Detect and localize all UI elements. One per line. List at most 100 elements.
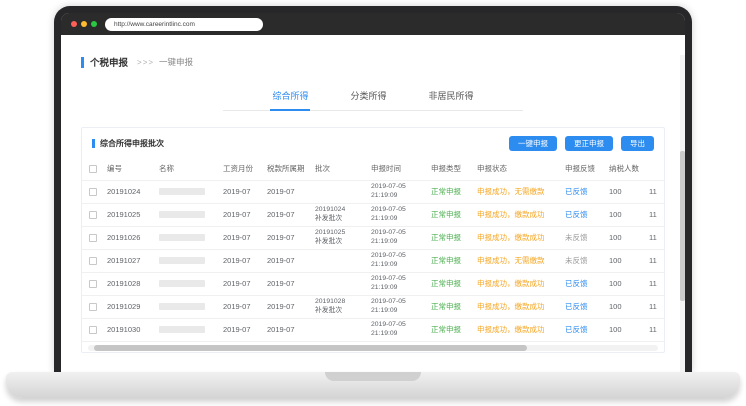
row-checkbox-cell [82, 249, 104, 272]
cell-batch-id: 20191024 [104, 180, 156, 203]
column-header: 税款所属期 [264, 158, 312, 180]
row-checkbox[interactable] [89, 257, 97, 265]
column-header: 编号 [104, 158, 156, 180]
breadcrumb-current: 一键申报 [159, 56, 193, 68]
column-header: 申报反馈 [562, 158, 606, 180]
cell-taxpayer-count: 100 [606, 226, 646, 249]
select-all-checkbox[interactable] [89, 165, 97, 173]
cell-feedback: 未反馈 [562, 249, 606, 272]
cell-extra-clipped: 11 [646, 318, 664, 341]
cell-declare-time: 2019-07-0521:19:09 [368, 272, 428, 295]
cell-batch-id: 20191026 [104, 226, 156, 249]
cell-batch-id: 20191028 [104, 272, 156, 295]
cell-name [156, 226, 220, 249]
row-checkbox-cell [82, 203, 104, 226]
cell-declare-status: 申报成功，缴款成功 [474, 203, 562, 226]
cell-salary-month: 2019-07 [220, 318, 264, 341]
table-row: 20191028 2019-072019-07 2019-07-0521:19:09… [82, 272, 664, 295]
cell-declare-time: 2019-07-0521:19:09 [368, 203, 428, 226]
cell-tax-period: 2019-07 [264, 203, 312, 226]
tab-1[interactable]: 综合所得 [270, 89, 310, 111]
tab-2[interactable]: 分类所得 [348, 89, 388, 110]
row-checkbox[interactable] [89, 234, 97, 242]
correction-declare-button[interactable]: 更正申报 [565, 136, 613, 151]
row-checkbox[interactable] [89, 303, 97, 311]
name-placeholder [159, 303, 205, 310]
cell-declare-time: 2019-07-0521:19:09 [368, 318, 428, 341]
table-row: 201910302019-072019-072019-07-0521:19:09… [82, 318, 664, 341]
window-close-button[interactable] [71, 21, 77, 27]
accent-bar-icon [92, 139, 95, 148]
cell-declare-status: 申报成功，无需缴款 [474, 180, 562, 203]
breadcrumb-separator: >>> [137, 58, 154, 67]
cell-taxpayer-count: 100 [606, 180, 646, 203]
column-header: 批次 [312, 158, 368, 180]
cell-salary-month: 2019-07 [220, 272, 264, 295]
cell-declare-type: 正常申报 [428, 295, 474, 318]
row-checkbox-cell [82, 226, 104, 249]
cell-batch: 20191025补发批次 [312, 226, 368, 249]
cell-taxpayer-count: 100 [606, 272, 646, 295]
cell-name [156, 272, 220, 295]
name-placeholder [159, 188, 205, 195]
cell-extra-clipped: 11 [646, 226, 664, 249]
cell-name [156, 318, 220, 341]
screen-content: http://www.careerintlinc.com 个税申报 >>> 一键… [61, 13, 685, 372]
cell-declare-type: 正常申报 [428, 203, 474, 226]
cell-feedback: 已反馈 [562, 295, 606, 318]
cell-name [156, 203, 220, 226]
url-bar[interactable]: http://www.careerintlinc.com [105, 18, 263, 31]
cell-declare-status: 申报成功，缴款成功 [474, 272, 562, 295]
cell-declare-type: 正常申报 [428, 272, 474, 295]
cell-taxpayer-count: 100 [606, 249, 646, 272]
window-maximize-button[interactable] [91, 21, 97, 27]
cell-batch [312, 318, 368, 341]
export-button[interactable]: 导出 [621, 136, 654, 151]
one-click-declare-button[interactable]: 一键申报 [509, 136, 557, 151]
cell-declare-status: 申报成功，缴款成功 [474, 318, 562, 341]
cell-tax-period: 2019-07 [264, 180, 312, 203]
cell-declare-time: 2019-07-0521:19:09 [368, 226, 428, 249]
accent-bar-icon [81, 57, 84, 68]
cell-name [156, 180, 220, 203]
cell-tax-period: 2019-07 [264, 295, 312, 318]
page-scrollbar-thumb[interactable] [680, 151, 685, 301]
cell-tax-period: 2019-07 [264, 318, 312, 341]
row-checkbox-cell [82, 272, 104, 295]
cell-declare-status: 申报成功，缴款成功 [474, 226, 562, 249]
column-header: 名称 [156, 158, 220, 180]
cell-batch [312, 272, 368, 295]
row-checkbox[interactable] [89, 280, 97, 288]
row-checkbox[interactable] [89, 326, 97, 334]
cell-declare-type: 正常申报 [428, 226, 474, 249]
page-scrollbar-track [680, 55, 685, 372]
cell-feedback: 已反馈 [562, 180, 606, 203]
cell-tax-period: 2019-07 [264, 249, 312, 272]
panel-header: 综合所得申报批次 一键申报更正申报导出 [82, 128, 664, 158]
tab-3[interactable]: 非居民所得 [427, 89, 476, 110]
cell-tax-period: 2019-07 [264, 272, 312, 295]
column-header: 纳税人数 [606, 158, 646, 180]
window-minimize-button[interactable] [81, 21, 87, 27]
laptop-base-notch [325, 372, 421, 381]
laptop-screen: http://www.careerintlinc.com 个税申报 >>> 一键… [54, 6, 692, 372]
cell-declare-status: 申报成功，缴款成功 [474, 295, 562, 318]
table-horizontal-scrollbar-thumb[interactable] [94, 345, 527, 351]
name-placeholder [159, 280, 205, 287]
table-body: 201910242019-072019-072019-07-0521:19:09… [82, 180, 664, 341]
column-header: 申报状态 [474, 158, 562, 180]
row-checkbox[interactable] [89, 211, 97, 219]
cell-extra-clipped: 11 [646, 203, 664, 226]
cell-batch-id: 20191027 [104, 249, 156, 272]
cell-batch-id: 20191025 [104, 203, 156, 226]
table-row: 201910252019-072019-0720191024补发批次2019-0… [82, 203, 664, 226]
column-header [646, 158, 664, 180]
cell-name [156, 295, 220, 318]
cell-declare-time: 2019-07-0521:19:09 [368, 249, 428, 272]
row-checkbox[interactable] [89, 188, 97, 196]
cell-declare-time: 2019-07-0521:19:09 [368, 295, 428, 318]
cell-taxpayer-count: 100 [606, 203, 646, 226]
table-row: 201910272019-072019-072019-07-0521:19:09… [82, 249, 664, 272]
cell-taxpayer-count: 100 [606, 295, 646, 318]
cell-extra-clipped: 11 [646, 180, 664, 203]
